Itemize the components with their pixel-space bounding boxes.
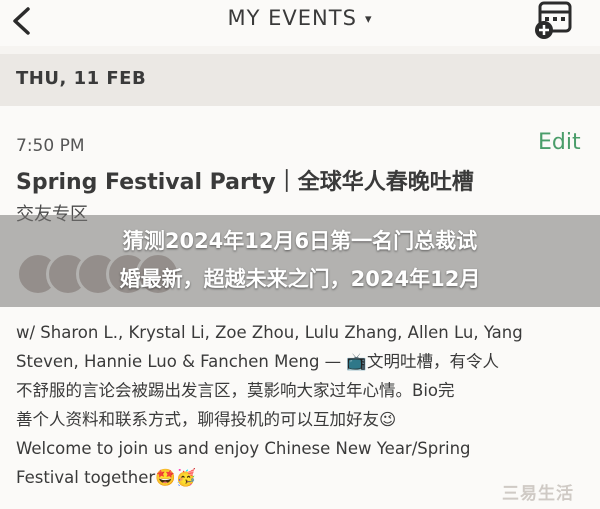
event-time: 7:50 PM (16, 136, 85, 156)
calendar-add-icon[interactable] (530, 0, 576, 40)
description-line: w/ Sharon L., Krystal Li, Zoe Zhou, Lulu… (16, 323, 523, 342)
description-line: 不舒服的言论会被踢出发言区，莫影响大家过年心情。Bio完 (16, 381, 455, 400)
edit-button[interactable]: Edit (538, 130, 581, 155)
overlay-headline-line-2: 婚最新，超越未来之门，2024年12月 (119, 267, 481, 291)
date-label: THU, 11 FEB (16, 68, 147, 89)
description-line: Steven, Hannie Luo & Fanchen Meng — 📺文明吐… (16, 352, 499, 371)
description-line: 善个人资料和联系方式，聊得投机的可以互加好友😉 (16, 410, 397, 429)
watermark: 三易生活 (502, 484, 574, 504)
page-title[interactable]: MY EVENTS ▾ (0, 6, 600, 30)
event-description: w/ Sharon L., Krystal Li, Zoe Zhou, Lulu… (16, 318, 596, 492)
chevron-down-icon: ▾ (364, 12, 373, 27)
date-header: THU, 11 FEB (0, 54, 600, 106)
description-line: Welcome to join us and enjoy Chinese New… (16, 439, 471, 458)
event-title: Spring Festival Party｜全球华人春晚吐槽 (16, 170, 474, 195)
top-bar: MY EVENTS ▾ (0, 0, 600, 46)
page-title-text: MY EVENTS (227, 6, 357, 30)
overlay-headline-line-1: 猜测2024年12月6日第一名门总裁试 (122, 229, 478, 253)
